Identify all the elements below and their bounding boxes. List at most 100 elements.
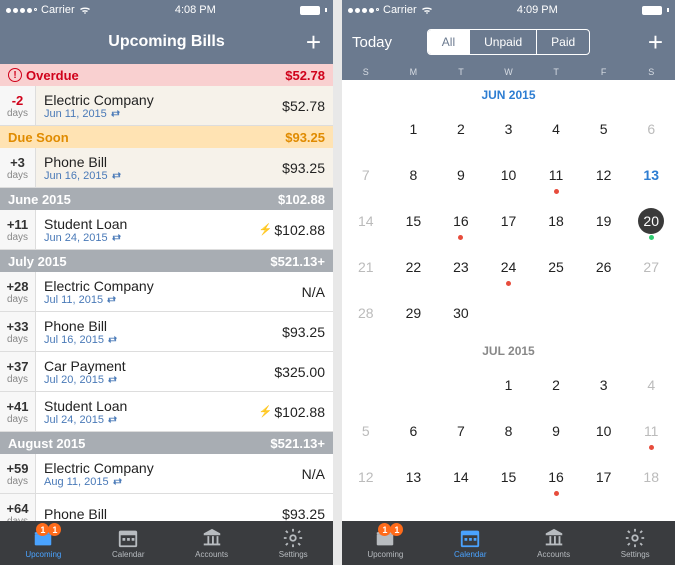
- tab-bar: 11Upcoming Calendar Accounts Settings: [342, 521, 675, 565]
- bill-row[interactable]: +59days Electric Company Aug 11, 2015 N/…: [0, 454, 333, 494]
- calendar-day[interactable]: 11: [532, 152, 580, 198]
- tab-settings[interactable]: Settings: [279, 527, 308, 559]
- calendar-day[interactable]: 9: [532, 408, 580, 454]
- days-until: +28days: [0, 272, 36, 311]
- phone-calendar: Carrier 4:09 PM Today AllUnpaidPaid + SM…: [342, 0, 675, 565]
- calendar-day[interactable]: 16: [437, 198, 485, 244]
- calendar-day[interactable]: 14: [437, 454, 485, 500]
- calendar-day[interactable]: 25: [532, 244, 580, 290]
- calendar-day[interactable]: 2: [532, 362, 580, 408]
- segment-all[interactable]: All: [428, 30, 470, 54]
- month-label: JUL 2015: [342, 336, 675, 362]
- calendar-day[interactable]: 18: [627, 454, 675, 500]
- calendar-day[interactable]: 23: [437, 244, 485, 290]
- calendar-day[interactable]: 5: [342, 408, 390, 454]
- bill-row[interactable]: +11days Student Loan Jun 24, 2015 ⚡$102.…: [0, 210, 333, 250]
- tab-calendar[interactable]: Calendar: [454, 527, 486, 559]
- calendar-day: [342, 106, 390, 152]
- calendar-day[interactable]: 5: [580, 106, 628, 152]
- add-button[interactable]: +: [306, 29, 321, 55]
- calendar-day[interactable]: 15: [485, 454, 533, 500]
- calendar-day[interactable]: 29: [390, 290, 438, 336]
- section-header-overdue: !Overdue$52.78: [0, 64, 333, 86]
- bill-amount: ⚡$102.88: [259, 222, 325, 238]
- calendar-day[interactable]: 3: [580, 362, 628, 408]
- calendar-day[interactable]: 19: [580, 198, 628, 244]
- calendar-day[interactable]: 2: [437, 106, 485, 152]
- calendar-day[interactable]: 3: [485, 106, 533, 152]
- tab-calendar[interactable]: Calendar: [112, 527, 144, 559]
- calendar-day: [342, 362, 390, 408]
- calendar-day[interactable]: 24: [485, 244, 533, 290]
- calendar-day[interactable]: 6: [627, 106, 675, 152]
- days-until: +41days: [0, 392, 36, 431]
- calendar-day[interactable]: 17: [580, 454, 628, 500]
- bill-row[interactable]: +64days Phone Bill $93.25: [0, 494, 333, 521]
- section-header-jun: June 2015$102.88: [0, 188, 333, 210]
- calendar-day[interactable]: 13: [627, 152, 675, 198]
- today-button[interactable]: Today: [352, 34, 392, 51]
- calendar-day[interactable]: 9: [437, 152, 485, 198]
- calendar-day: [627, 290, 675, 336]
- battery-icon: [642, 6, 669, 15]
- tab-accounts[interactable]: Accounts: [195, 527, 228, 559]
- calendar-day[interactable]: 15: [390, 198, 438, 244]
- calendar-day[interactable]: 17: [485, 198, 533, 244]
- bill-name: Electric Company: [44, 460, 302, 476]
- bill-row[interactable]: -2days Electric Company Jun 11, 2015 $52…: [0, 86, 333, 126]
- calendar-day[interactable]: 7: [437, 408, 485, 454]
- days-until: +59days: [0, 454, 36, 493]
- bill-amount: $325.00: [274, 364, 325, 380]
- bill-amount: $93.25: [282, 324, 325, 340]
- calendar-day[interactable]: 10: [485, 152, 533, 198]
- segment-unpaid[interactable]: Unpaid: [470, 30, 537, 54]
- calendar-day[interactable]: 11: [627, 408, 675, 454]
- bill-date: Jul 20, 2015: [44, 374, 274, 386]
- calendar-day[interactable]: 21: [342, 244, 390, 290]
- bill-row[interactable]: +33days Phone Bill Jul 16, 2015 $93.25: [0, 312, 333, 352]
- calendar-day[interactable]: 16: [532, 454, 580, 500]
- bill-row[interactable]: +28days Electric Company Jul 11, 2015 N/…: [0, 272, 333, 312]
- bill-row[interactable]: +3days Phone Bill Jun 16, 2015 $93.25: [0, 148, 333, 188]
- add-button[interactable]: +: [648, 29, 663, 55]
- bills-list[interactable]: !Overdue$52.78 -2days Electric Company J…: [0, 64, 333, 521]
- bill-name: Student Loan: [44, 398, 259, 414]
- bill-date: Jun 24, 2015: [44, 232, 259, 244]
- calendar-day[interactable]: 12: [580, 152, 628, 198]
- bill-row[interactable]: +41days Student Loan Jul 24, 2015 ⚡$102.…: [0, 392, 333, 432]
- calendar-day[interactable]: 13: [390, 454, 438, 500]
- repeat-icon: [106, 295, 117, 304]
- calendar-day[interactable]: 27: [627, 244, 675, 290]
- bill-amount: $93.25: [282, 506, 325, 522]
- segment-paid[interactable]: Paid: [537, 30, 589, 54]
- repeat-icon: [107, 375, 118, 384]
- calendar-day[interactable]: 14: [342, 198, 390, 244]
- calendar-day[interactable]: 8: [390, 152, 438, 198]
- calendar-day[interactable]: 7: [342, 152, 390, 198]
- tab-settings[interactable]: Settings: [621, 527, 650, 559]
- calendar-view[interactable]: JUN 201512345678910111213141516171819202…: [342, 80, 675, 521]
- calendar-day[interactable]: 1: [485, 362, 533, 408]
- section-header-duesoon: Due Soon$93.25: [0, 126, 333, 148]
- tab-upcoming[interactable]: 11Upcoming: [367, 527, 403, 559]
- bill-amount: N/A: [302, 466, 325, 482]
- repeat-icon: [111, 171, 122, 180]
- calendar-day[interactable]: 26: [580, 244, 628, 290]
- calendar-day[interactable]: 18: [532, 198, 580, 244]
- calendar-day[interactable]: 10: [580, 408, 628, 454]
- calendar-day[interactable]: 30: [437, 290, 485, 336]
- calendar-day[interactable]: 8: [485, 408, 533, 454]
- calendar-day[interactable]: 12: [342, 454, 390, 500]
- calendar-day[interactable]: 6: [390, 408, 438, 454]
- tab-upcoming[interactable]: 11Upcoming: [25, 527, 61, 559]
- bill-name: Phone Bill: [44, 154, 282, 170]
- calendar-day[interactable]: 28: [342, 290, 390, 336]
- calendar-day[interactable]: 20: [627, 198, 675, 244]
- calendar-day[interactable]: 22: [390, 244, 438, 290]
- calendar-day[interactable]: 4: [627, 362, 675, 408]
- tab-accounts[interactable]: Accounts: [537, 527, 570, 559]
- calendar-day[interactable]: 1: [390, 106, 438, 152]
- event-dot-icon: [649, 445, 654, 450]
- calendar-day[interactable]: 4: [532, 106, 580, 152]
- bill-row[interactable]: +37days Car Payment Jul 20, 2015 $325.00: [0, 352, 333, 392]
